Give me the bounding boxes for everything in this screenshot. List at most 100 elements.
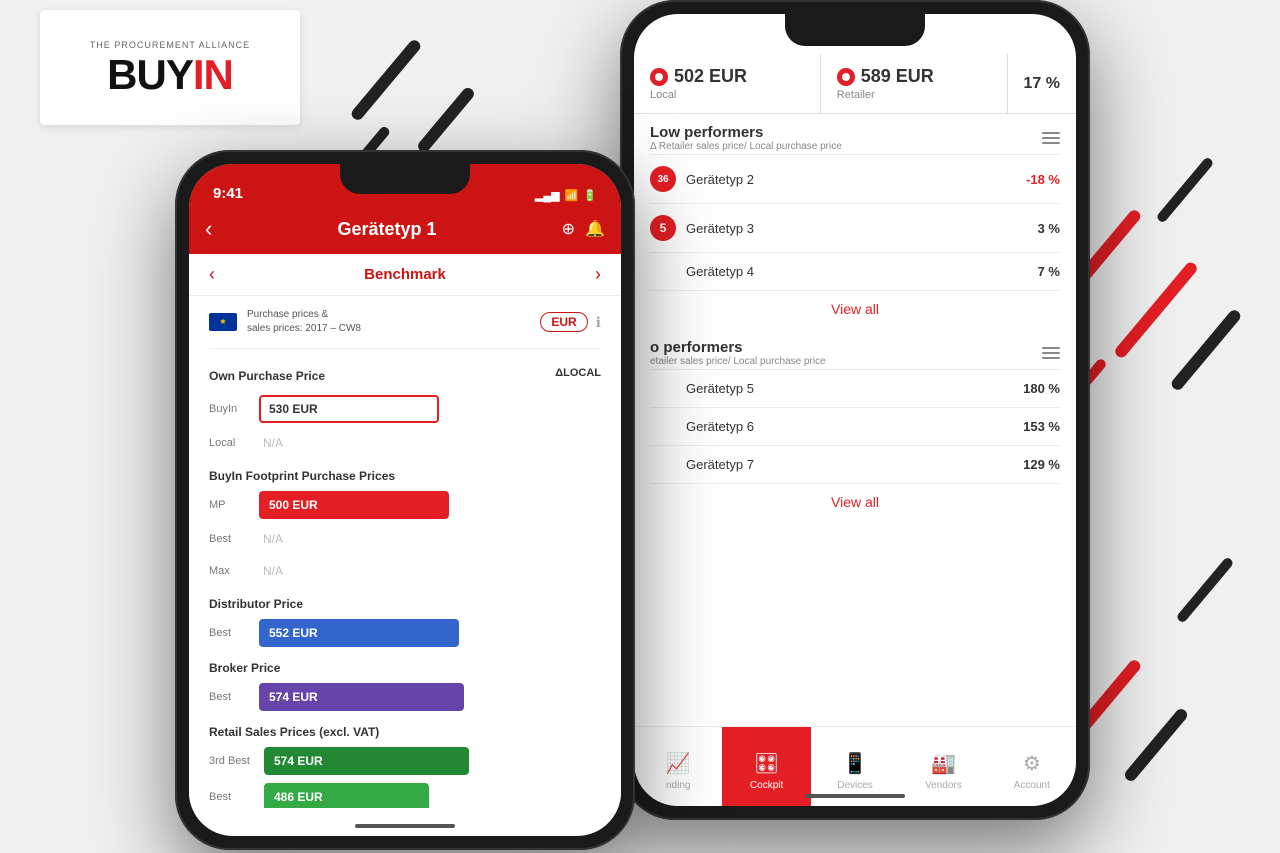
footprint-max-row: Max N/A bbox=[209, 555, 601, 587]
device-name-geraetetyp7: Gerätetyp 7 bbox=[686, 457, 1023, 472]
list-item[interactable]: 5 Gerätetyp 3 3 % bbox=[650, 203, 1060, 252]
logo-box: THE PROCUREMENT ALLIANCE BUYIN bbox=[40, 10, 300, 125]
phone-left-screen: 9:41 ▂▄▆ 📶 🔋 ‹ Gerätetyp 1 ⊕ 🔔 ‹ Be bbox=[189, 164, 621, 836]
view-all-low-button[interactable]: View all bbox=[831, 301, 879, 317]
own-purchase-header: Own Purchase Price ΔLOCAL bbox=[209, 349, 601, 391]
benchmark-nav: ‹ Benchmark › bbox=[189, 254, 621, 296]
tab-item-devices[interactable]: 📱 Devices bbox=[811, 743, 899, 791]
low-performers-section: Low performers Δ Retailer sales price/ L… bbox=[634, 114, 1076, 329]
broker-price-bar: 574 EUR bbox=[259, 683, 464, 711]
retail-3rdbest-bar: 574 EUR bbox=[264, 747, 469, 775]
low-performers-title: Low performers bbox=[650, 124, 842, 141]
view-all-top-button[interactable]: View all bbox=[831, 494, 879, 510]
device-pct-geraetetyp7: 129 % bbox=[1023, 457, 1060, 472]
prev-tab-button[interactable]: ‹ bbox=[209, 264, 215, 285]
distributor-price-bar: 552 EUR bbox=[259, 619, 459, 647]
tab-item-account[interactable]: ⚙ Account bbox=[988, 743, 1076, 791]
retailer-label: Retailer bbox=[837, 89, 991, 101]
top-performers-menu-icon[interactable] bbox=[1042, 347, 1060, 359]
signal-icon: ▂▄▆ bbox=[535, 189, 560, 202]
notch bbox=[340, 164, 470, 194]
currency-badge[interactable]: EUR bbox=[540, 312, 587, 332]
low-performers-header: Low performers Δ Retailer sales price/ L… bbox=[650, 114, 1060, 154]
footprint-best-row: Best N/A bbox=[209, 523, 601, 555]
nav-title: Gerätetyp 1 bbox=[337, 219, 436, 240]
device-pct-geraetetyp5: 180 % bbox=[1023, 381, 1060, 396]
tab-label-cockpit: Cockpit bbox=[750, 780, 783, 791]
next-tab-button[interactable]: › bbox=[595, 264, 601, 285]
phone-left-frame: 9:41 ▂▄▆ 📶 🔋 ‹ Gerätetyp 1 ⊕ 🔔 ‹ Be bbox=[175, 150, 635, 850]
broker-header: Broker Price bbox=[209, 651, 601, 679]
tab-label-account: Account bbox=[1014, 780, 1050, 791]
device-name-geraetetyp4: Gerätetyp 4 bbox=[686, 264, 1038, 279]
phone-left: 9:41 ▂▄▆ 📶 🔋 ‹ Gerätetyp 1 ⊕ 🔔 ‹ Be bbox=[175, 150, 635, 850]
top-performers-header: o performers etailer sales price/ Local … bbox=[650, 329, 1060, 369]
logo-text: BUYIN bbox=[107, 54, 233, 96]
benchmark-tab-title: Benchmark bbox=[364, 266, 446, 283]
currency-row: Purchase prices & sales prices: 2017 – C… bbox=[209, 296, 601, 349]
logo-buy: BUY bbox=[107, 51, 193, 98]
vendors-icon: 🏭 bbox=[931, 751, 956, 776]
logo-in: IN bbox=[193, 51, 233, 98]
local-indicator bbox=[650, 68, 668, 86]
currency-description: Purchase prices & sales prices: 2017 – C… bbox=[247, 308, 540, 336]
phone-right-screen: 502 EUR Local 589 EUR Retailer 17 bbox=[634, 14, 1076, 806]
tab-item-cockpit[interactable]: 🎛 Cockpit bbox=[722, 727, 810, 806]
retailer-price-cell: 589 EUR Retailer bbox=[821, 54, 1008, 113]
list-item[interactable]: Gerätetyp 5 180 % bbox=[650, 369, 1060, 407]
low-performers-menu-icon[interactable] bbox=[1042, 132, 1060, 144]
local-price-cell: 502 EUR Local bbox=[634, 54, 821, 113]
wifi-icon: 📶 bbox=[565, 189, 579, 202]
nav-icons: ⊕ 🔔 bbox=[562, 219, 605, 239]
broker-best-row: Best 574 EUR bbox=[209, 679, 601, 715]
device-badge-5: 5 bbox=[650, 215, 676, 241]
device-name-geraetetyp5: Gerätetyp 5 bbox=[686, 381, 1023, 396]
retailer-price-value: 589 EUR bbox=[837, 66, 991, 87]
tab-label-trending: nding bbox=[666, 780, 690, 791]
list-item[interactable]: Gerätetyp 7 129 % bbox=[650, 445, 1060, 483]
phone-right: 502 EUR Local 589 EUR Retailer 17 bbox=[620, 0, 1090, 820]
rp-scroll-area: 502 EUR Local 589 EUR Retailer 17 bbox=[634, 14, 1076, 726]
logo-tagline: THE PROCUREMENT ALLIANCE bbox=[90, 40, 250, 50]
footprint-header: BuyIn Footprint Purchase Prices bbox=[209, 459, 601, 487]
tab-item-vendors[interactable]: 🏭 Vendors bbox=[899, 743, 987, 791]
right-notch bbox=[785, 14, 925, 46]
local-price-value: 502 EUR bbox=[650, 66, 804, 87]
device-pct-geraetetyp3: 3 % bbox=[1038, 221, 1060, 236]
right-home-indicator bbox=[805, 794, 905, 798]
tab-label-devices: Devices bbox=[837, 780, 873, 791]
cockpit-tab-icon: 🎛 bbox=[754, 751, 779, 776]
distributor-best-row: Best 552 EUR bbox=[209, 615, 601, 651]
home-indicator bbox=[355, 824, 455, 828]
account-icon: ⚙ bbox=[1023, 751, 1041, 776]
device-pct-geraetetyp6: 153 % bbox=[1023, 419, 1060, 434]
info-icon[interactable]: ℹ bbox=[596, 314, 601, 331]
buyin-price-input[interactable] bbox=[259, 395, 439, 423]
top-performers-section: o performers etailer sales price/ Local … bbox=[634, 329, 1076, 522]
back-button[interactable]: ‹ bbox=[205, 216, 212, 242]
list-item[interactable]: Gerätetyp 6 153 % bbox=[650, 407, 1060, 445]
device-pct-geraetetyp2: -18 % bbox=[1026, 172, 1060, 187]
retail-header: Retail Sales Prices (excl. VAT) bbox=[209, 715, 601, 743]
bell-icon[interactable]: 🔔 bbox=[585, 219, 605, 239]
mp-price-row: MP 500 EUR bbox=[209, 487, 601, 523]
phone-right-frame: 502 EUR Local 589 EUR Retailer 17 bbox=[620, 0, 1090, 820]
list-item[interactable]: Gerätetyp 4 7 % bbox=[650, 252, 1060, 290]
trending-icon: 📈 bbox=[666, 751, 691, 776]
distributor-header: Distributor Price bbox=[209, 587, 601, 615]
retailer-indicator bbox=[837, 68, 855, 86]
content-area: Purchase prices & sales prices: 2017 – C… bbox=[189, 296, 621, 808]
cockpit-icon[interactable]: ⊕ bbox=[562, 219, 575, 239]
status-time: 9:41 bbox=[213, 185, 243, 202]
tab-item-trending[interactable]: 📈 nding bbox=[634, 743, 722, 791]
device-pct-geraetetyp4: 7 % bbox=[1038, 264, 1060, 279]
device-name-geraetetyp2: Gerätetyp 2 bbox=[686, 172, 1026, 187]
status-icons: ▂▄▆ 📶 🔋 bbox=[535, 189, 597, 202]
local-label: Local bbox=[650, 89, 804, 101]
tab-label-vendors: Vendors bbox=[925, 780, 962, 791]
mp-price-bar: 500 EUR bbox=[259, 491, 449, 519]
top-performers-view-all: View all bbox=[650, 483, 1060, 522]
top-performers-title: o performers bbox=[650, 339, 826, 356]
battery-icon: 🔋 bbox=[583, 189, 597, 202]
list-item[interactable]: 36 Gerätetyp 2 -18 % bbox=[650, 154, 1060, 203]
